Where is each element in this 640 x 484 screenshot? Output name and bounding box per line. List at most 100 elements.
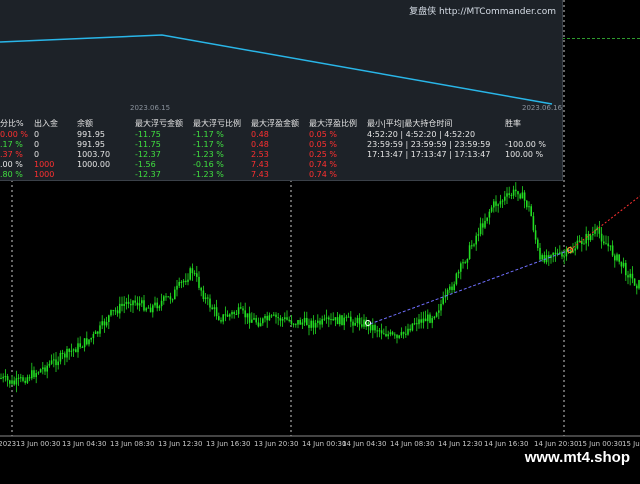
candle-body	[563, 256, 565, 258]
candle-body	[253, 318, 255, 320]
candle-body	[279, 318, 282, 321]
candle-body	[240, 307, 242, 309]
stats-table: 分比% 出入金 余额 最大浮亏金额 最大浮亏比例 最大浮盈金额 最大浮盈比例 最…	[0, 117, 560, 179]
candle-body	[79, 343, 81, 347]
candle-body	[268, 315, 271, 321]
candle-body	[345, 316, 348, 318]
stats-cell: 17:13:47 | 17:13:47 | 17:13:47	[367, 149, 491, 159]
stats-cell: .80 %	[0, 169, 23, 179]
candle-body	[367, 322, 370, 327]
candle-body	[286, 317, 288, 320]
candle-body	[308, 324, 310, 328]
candle-body	[251, 319, 253, 323]
stats-cell	[505, 169, 560, 179]
header-cell: 最大浮盈金额	[251, 118, 299, 128]
candle-body	[490, 207, 493, 212]
candle-body	[422, 318, 425, 323]
stats-cell: 0.25 %	[309, 149, 337, 159]
candle-body	[523, 192, 526, 201]
backtest-stats-panel: 复盘侠 http://MTCommander.com 2023.06.15 20…	[0, 0, 563, 181]
stats-cell: 0.48	[251, 129, 269, 139]
candle-body	[44, 367, 46, 372]
candle-body	[385, 333, 387, 337]
stats-cell: 0.74 %	[309, 159, 337, 169]
candle-body	[59, 353, 62, 362]
candle-body	[154, 302, 156, 306]
candle-body	[389, 332, 392, 335]
candle-body	[530, 206, 532, 217]
candle-body	[295, 323, 297, 325]
candle-body	[116, 310, 119, 314]
header-cell: 余额	[77, 118, 93, 128]
candle-body	[374, 324, 376, 331]
equity-date-label: 2023.06.16	[522, 104, 563, 112]
candle-body	[39, 369, 42, 373]
candle-body	[0, 378, 2, 379]
candle-body	[479, 223, 482, 235]
candle-body	[284, 317, 286, 319]
stats-cell: 0.74 %	[309, 169, 337, 179]
candle-body	[248, 313, 251, 323]
candle-body	[127, 301, 130, 304]
candle-body	[600, 233, 603, 242]
stats-cell: 991.95	[77, 139, 105, 149]
stats-cell: 7.43	[251, 169, 269, 179]
candle-body	[427, 314, 429, 322]
candle-body	[603, 241, 605, 244]
candle-body	[332, 319, 334, 321]
candle-body	[108, 315, 110, 323]
candle-body	[598, 227, 601, 234]
time-axis-label: 14 Jun 00:30	[302, 440, 347, 448]
candle-body	[134, 300, 136, 303]
candle-body	[275, 314, 277, 318]
candle-body	[220, 320, 222, 322]
candle-body	[314, 322, 317, 328]
header-cell: 分比%	[0, 118, 24, 128]
candle-body	[299, 320, 301, 325]
candle-body	[629, 273, 631, 278]
candle-body	[90, 338, 92, 340]
time-axis-label: 13 Jun 00:30	[16, 440, 61, 448]
candle-body	[266, 316, 268, 321]
candle-body	[110, 310, 112, 316]
candle-body	[301, 322, 304, 325]
candle-body	[92, 334, 95, 339]
candle-body	[156, 302, 158, 309]
candle-body	[11, 380, 13, 384]
candle-body	[33, 370, 35, 378]
candle-body	[400, 332, 403, 336]
candle-body	[482, 223, 484, 228]
candle-body	[383, 333, 385, 335]
candle-body	[462, 262, 464, 264]
candle-body	[26, 377, 29, 383]
candle-body	[94, 331, 97, 335]
candle-body	[123, 303, 125, 306]
candle-body	[42, 367, 44, 370]
candle-body	[288, 319, 290, 321]
candle-body	[446, 289, 449, 296]
candle-body	[141, 300, 143, 304]
candle-body	[477, 234, 480, 236]
candle-body	[501, 200, 504, 202]
candle-body	[28, 377, 31, 379]
candle-body	[411, 323, 414, 331]
candle-body	[303, 317, 306, 323]
stats-cell: -1.23 %	[193, 149, 224, 159]
time-axis-label: 14 Jun 12:30	[438, 440, 483, 448]
candle-body	[55, 359, 57, 366]
candle-body	[589, 235, 592, 241]
candle-body	[380, 330, 383, 334]
stats-cell: -1.56	[135, 159, 156, 169]
candle-body	[356, 317, 359, 324]
stats-cell: -1.23 %	[193, 169, 224, 179]
candle-body	[17, 377, 20, 379]
stats-cell: 0.05 %	[309, 139, 337, 149]
stats-cell: -11.75	[135, 129, 161, 139]
candle-body	[372, 324, 374, 331]
candle-body	[103, 321, 106, 326]
candle-body	[180, 281, 183, 283]
candle-body	[339, 315, 341, 325]
candle-body	[413, 323, 416, 325]
candle-body	[334, 317, 337, 321]
candle-body	[435, 312, 438, 317]
